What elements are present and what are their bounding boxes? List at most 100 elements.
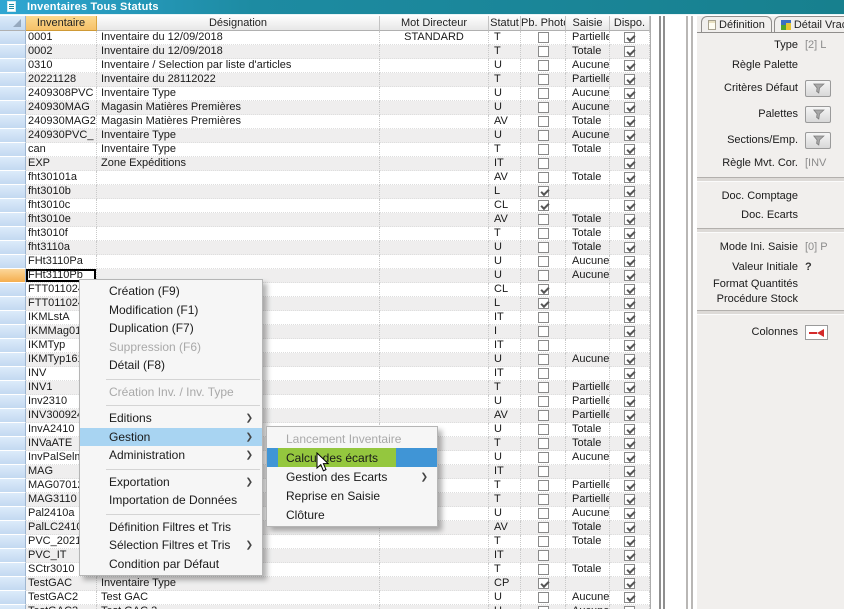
- photo-checkbox[interactable]: [538, 256, 549, 267]
- photo-checkbox[interactable]: [538, 396, 549, 407]
- row-header[interactable]: [0, 479, 26, 493]
- column-header-statut[interactable]: Statut: [489, 16, 521, 31]
- dispo-checkbox[interactable]: [624, 578, 635, 589]
- dispo-checkbox[interactable]: [624, 354, 635, 365]
- row-header[interactable]: [0, 367, 26, 381]
- dispo-checkbox[interactable]: [624, 326, 635, 337]
- photo-checkbox[interactable]: [538, 186, 549, 197]
- dispo-checkbox[interactable]: [624, 382, 635, 393]
- column-header-inventaire[interactable]: Inventaire: [26, 16, 97, 31]
- table-row[interactable]: fht3010bL: [0, 185, 650, 199]
- row-header[interactable]: [0, 423, 26, 437]
- filter-button[interactable]: [805, 132, 831, 149]
- photo-checkbox[interactable]: [538, 368, 549, 379]
- table-row[interactable]: fht3010cCL: [0, 199, 650, 213]
- context-menu-item[interactable]: Détail (F8): [80, 356, 262, 375]
- dispo-checkbox[interactable]: [624, 88, 635, 99]
- columns-button[interactable]: [805, 325, 828, 340]
- row-header[interactable]: [0, 381, 26, 395]
- row-header[interactable]: [0, 185, 26, 199]
- column-header-dispo[interactable]: Dispo.: [610, 16, 650, 31]
- table-row[interactable]: 240930MAGMagasin Matières PremièresUAucu…: [0, 101, 650, 115]
- dispo-checkbox[interactable]: [624, 144, 635, 155]
- dispo-checkbox[interactable]: [624, 410, 635, 421]
- photo-checkbox[interactable]: [538, 214, 549, 225]
- dispo-checkbox[interactable]: [624, 130, 635, 141]
- photo-checkbox[interactable]: [538, 494, 549, 505]
- table-row[interactable]: 240930MAG2Magasin Matières PremièresAVTo…: [0, 115, 650, 129]
- row-header[interactable]: [0, 535, 26, 549]
- photo-checkbox[interactable]: [538, 354, 549, 365]
- context-menu-item[interactable]: Condition par Défaut: [80, 555, 262, 574]
- photo-checkbox[interactable]: [538, 270, 549, 281]
- dispo-checkbox[interactable]: [624, 438, 635, 449]
- row-header[interactable]: [0, 311, 26, 325]
- photo-checkbox[interactable]: [538, 508, 549, 519]
- photo-checkbox[interactable]: [538, 592, 549, 603]
- dispo-checkbox[interactable]: [624, 214, 635, 225]
- photo-checkbox[interactable]: [538, 102, 549, 113]
- dispo-checkbox[interactable]: [624, 172, 635, 183]
- dispo-checkbox[interactable]: [624, 298, 635, 309]
- photo-checkbox[interactable]: [538, 144, 549, 155]
- dispo-checkbox[interactable]: [624, 522, 635, 533]
- photo-checkbox[interactable]: [538, 522, 549, 533]
- dispo-checkbox[interactable]: [624, 158, 635, 169]
- photo-checkbox[interactable]: [538, 536, 549, 547]
- table-row[interactable]: fht3110aUTotale: [0, 241, 650, 255]
- photo-checkbox[interactable]: [538, 116, 549, 127]
- context-menu-item[interactable]: Administration❯: [80, 446, 262, 465]
- dispo-checkbox[interactable]: [624, 550, 635, 561]
- dispo-checkbox[interactable]: [624, 242, 635, 253]
- dispo-checkbox[interactable]: [624, 46, 635, 57]
- row-header[interactable]: [0, 493, 26, 507]
- submenu-item[interactable]: Gestion des Ecarts❯: [267, 467, 437, 486]
- table-row[interactable]: 0310Inventaire / Selection par liste d'a…: [0, 59, 650, 73]
- dispo-checkbox[interactable]: [624, 508, 635, 519]
- filter-button[interactable]: [805, 80, 831, 97]
- photo-checkbox[interactable]: [538, 564, 549, 575]
- tab-detail-vrac[interactable]: Détail Vrac: [774, 16, 844, 32]
- row-header[interactable]: [0, 45, 26, 59]
- dispo-checkbox[interactable]: [624, 200, 635, 211]
- row-header[interactable]: [0, 507, 26, 521]
- context-menu-item[interactable]: Duplication (F7): [80, 319, 262, 338]
- row-header[interactable]: [0, 115, 26, 129]
- context-menu-item[interactable]: Gestion❯: [80, 428, 262, 447]
- row-header[interactable]: [0, 171, 26, 185]
- row-header[interactable]: [0, 241, 26, 255]
- column-header-saisie[interactable]: Saisie: [566, 16, 610, 31]
- dispo-checkbox[interactable]: [624, 312, 635, 323]
- photo-checkbox[interactable]: [538, 60, 549, 71]
- row-header[interactable]: [0, 101, 26, 115]
- table-row[interactable]: FHt3110PaUAucune: [0, 255, 650, 269]
- row-header[interactable]: [0, 325, 26, 339]
- row-header[interactable]: [0, 563, 26, 577]
- table-row[interactable]: fht30101aAVTotale: [0, 171, 650, 185]
- table-row[interactable]: fht3010fTTotale: [0, 227, 650, 241]
- row-header[interactable]: [0, 577, 26, 591]
- submenu-item[interactable]: Reprise en Saisie: [267, 486, 437, 505]
- photo-checkbox[interactable]: [538, 298, 549, 309]
- select-all-corner[interactable]: [0, 16, 26, 31]
- table-row[interactable]: EXPZone ExpéditionsIT: [0, 157, 650, 171]
- photo-checkbox[interactable]: [538, 74, 549, 85]
- photo-checkbox[interactable]: [538, 424, 549, 435]
- photo-checkbox[interactable]: [538, 480, 549, 491]
- dispo-checkbox[interactable]: [624, 480, 635, 491]
- photo-checkbox[interactable]: [538, 46, 549, 57]
- row-header[interactable]: [0, 451, 26, 465]
- row-header[interactable]: [0, 549, 26, 563]
- context-menu-item[interactable]: Editions❯: [80, 409, 262, 428]
- table-row[interactable]: 20221128Inventaire du 28112022TPartielle: [0, 73, 650, 87]
- row-header[interactable]: [0, 73, 26, 87]
- table-row[interactable]: 0002Inventaire du 12/09/2018TTotale: [0, 45, 650, 59]
- photo-checkbox[interactable]: [538, 550, 549, 561]
- photo-checkbox[interactable]: [538, 452, 549, 463]
- photo-checkbox[interactable]: [538, 130, 549, 141]
- column-header-mot-directeur[interactable]: Mot Directeur: [380, 16, 489, 31]
- dispo-checkbox[interactable]: [624, 32, 635, 43]
- row-header[interactable]: [0, 157, 26, 171]
- photo-checkbox[interactable]: [538, 228, 549, 239]
- photo-checkbox[interactable]: [538, 326, 549, 337]
